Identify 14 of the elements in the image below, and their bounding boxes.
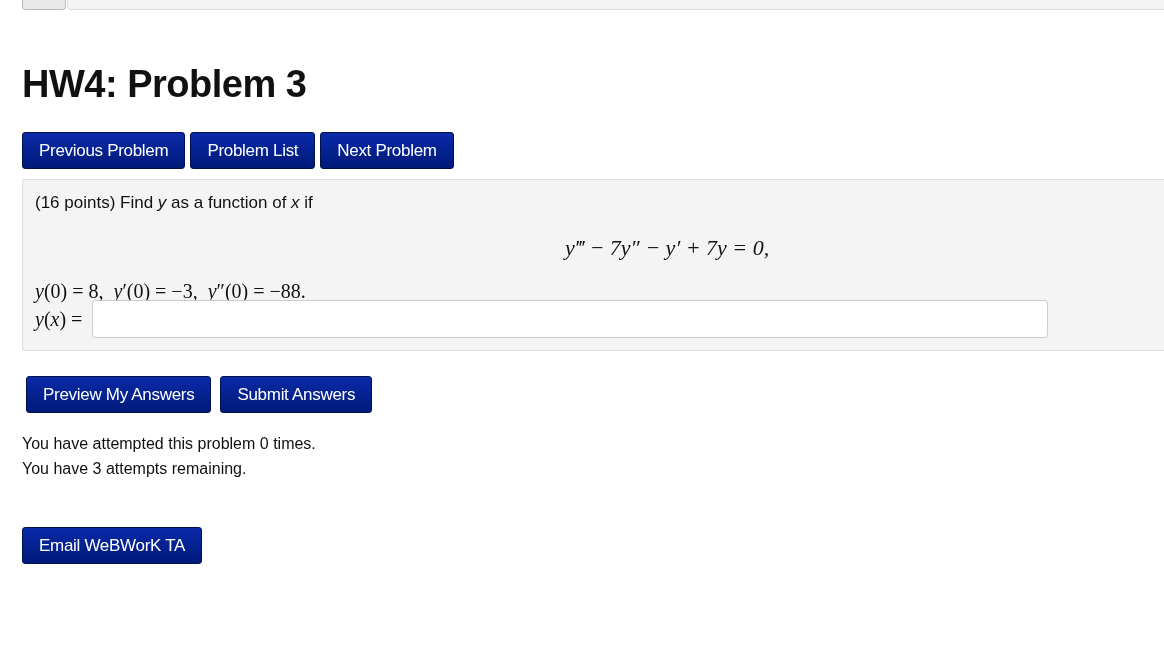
nav-button[interactable]: Problem List (190, 132, 316, 169)
answer-button[interactable]: Preview My Answers (26, 376, 212, 413)
attempts-text: You have 3 attempts remaining. (22, 459, 248, 479)
toolbar-button[interactable] (22, 0, 66, 10)
page-title: HW4: Problem 3 (22, 62, 308, 106)
nav-button[interactable]: Previous Problem (22, 132, 186, 169)
nav-button[interactable]: Next Problem (320, 132, 454, 169)
attempts-text: You have attempted this problem 0 times. (22, 434, 317, 454)
answer-label: y(x) = (35, 307, 83, 333)
answer-button[interactable]: Submit Answers (220, 376, 373, 413)
equation: y‴ − 7y″ − y′ + 7y = 0, (565, 234, 770, 262)
problem-statement: (16 points) Find y as a function of x if (35, 192, 314, 214)
email-button[interactable]: Email WeBWorK TA (22, 527, 203, 564)
answer-field[interactable] (92, 300, 1049, 338)
